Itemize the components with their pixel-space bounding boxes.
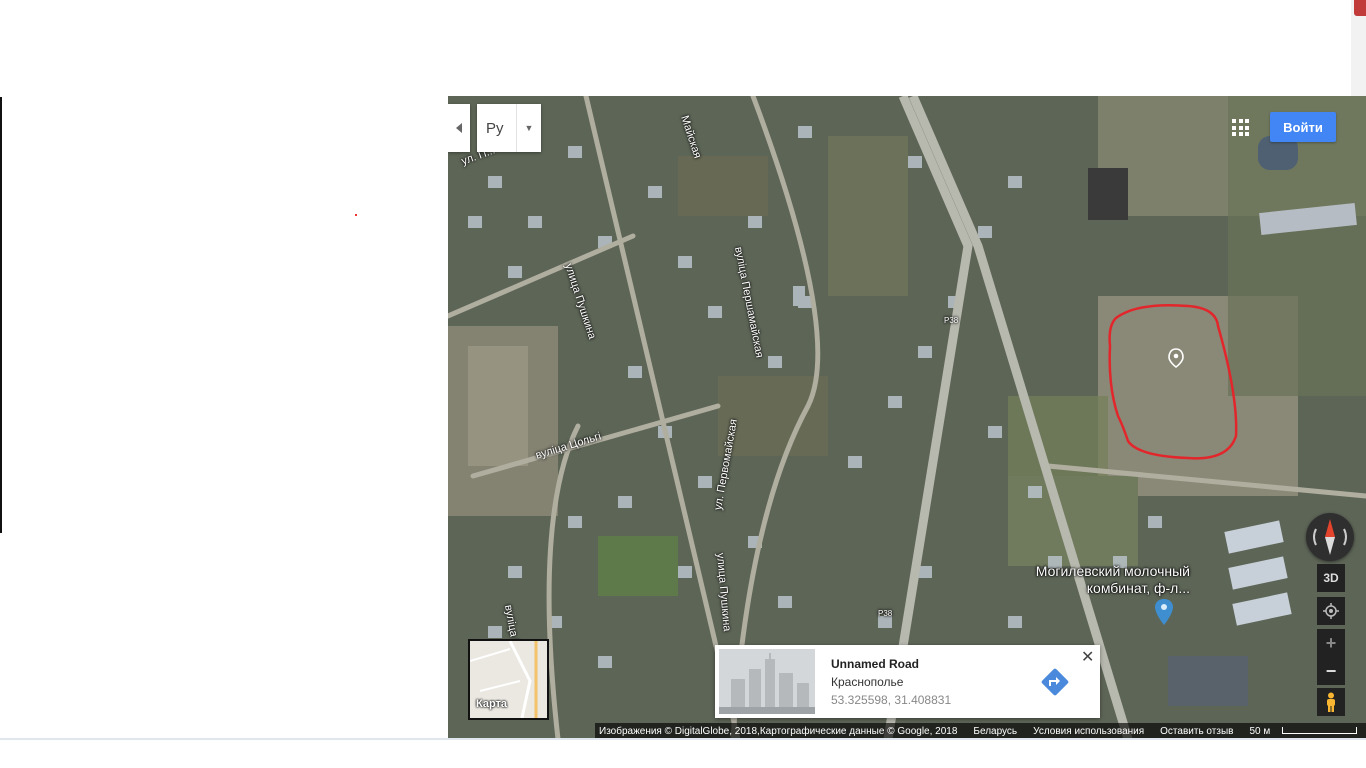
apps-grid-icon[interactable] (1232, 119, 1249, 136)
attribution-text: Изображения © DigitalGlobe, 2018,Картогр… (599, 725, 958, 737)
my-location-icon (1323, 603, 1339, 619)
language-select[interactable]: Ру ▼ (477, 104, 541, 152)
language-value: Ру (486, 119, 504, 137)
scale-bar (1282, 726, 1358, 734)
sign-in-button[interactable]: Войти (1270, 112, 1336, 142)
tilt-3d-button[interactable]: 3D (1317, 564, 1345, 592)
street-view-button[interactable] (1317, 688, 1345, 716)
chevron-left-icon (456, 123, 462, 133)
stray-dot (355, 214, 357, 216)
terms-link[interactable]: Условия использования (1025, 726, 1152, 737)
compass-icon[interactable] (1306, 513, 1354, 561)
scale-label[interactable]: 50 м (1241, 726, 1278, 737)
collapse-panel-button[interactable] (448, 104, 470, 152)
directions-icon[interactable] (1040, 667, 1070, 697)
road-label: Р38 (878, 609, 893, 618)
window-right-strip (1351, 0, 1366, 97)
caret-down-icon: ▼ (524, 123, 534, 133)
poi-pin-icon[interactable] (1155, 599, 1173, 625)
poi-label[interactable]: Могилевский молочный комбинат, ф-л... (1014, 563, 1190, 597)
satellite-imagery (448, 96, 1366, 739)
place-info-card[interactable]: Unnamed Road Краснополье 53.325598, 31.4… (715, 645, 1100, 718)
close-icon[interactable]: ✕ (1081, 647, 1094, 667)
pegman-icon (1327, 692, 1335, 712)
place-locality: Краснополье (831, 675, 904, 689)
window-bottom-edge (0, 738, 1366, 740)
road-label: Р38 (944, 316, 959, 325)
satellite-map[interactable]: ул. П... Майская улица Пушкина вуліца Пе… (448, 96, 1366, 739)
my-location-button[interactable] (1317, 597, 1345, 625)
zoom-in-button[interactable]: + (1317, 629, 1345, 657)
feedback-link[interactable]: Оставить отзыв (1152, 726, 1241, 737)
place-title: Unnamed Road (831, 657, 920, 671)
street-view-thumbnail[interactable] (719, 649, 815, 714)
map-type-thumbnail[interactable]: Карта (468, 639, 549, 720)
zoom-out-button[interactable]: − (1317, 657, 1345, 685)
place-coordinates: 53.325598, 31.408831 (831, 693, 952, 707)
map-type-label: Карта (476, 698, 508, 710)
window-left-border (0, 97, 2, 533)
map-footer: Изображения © DigitalGlobe, 2018,Картогр… (595, 723, 1366, 739)
country-link[interactable]: Беларусь (965, 726, 1025, 737)
